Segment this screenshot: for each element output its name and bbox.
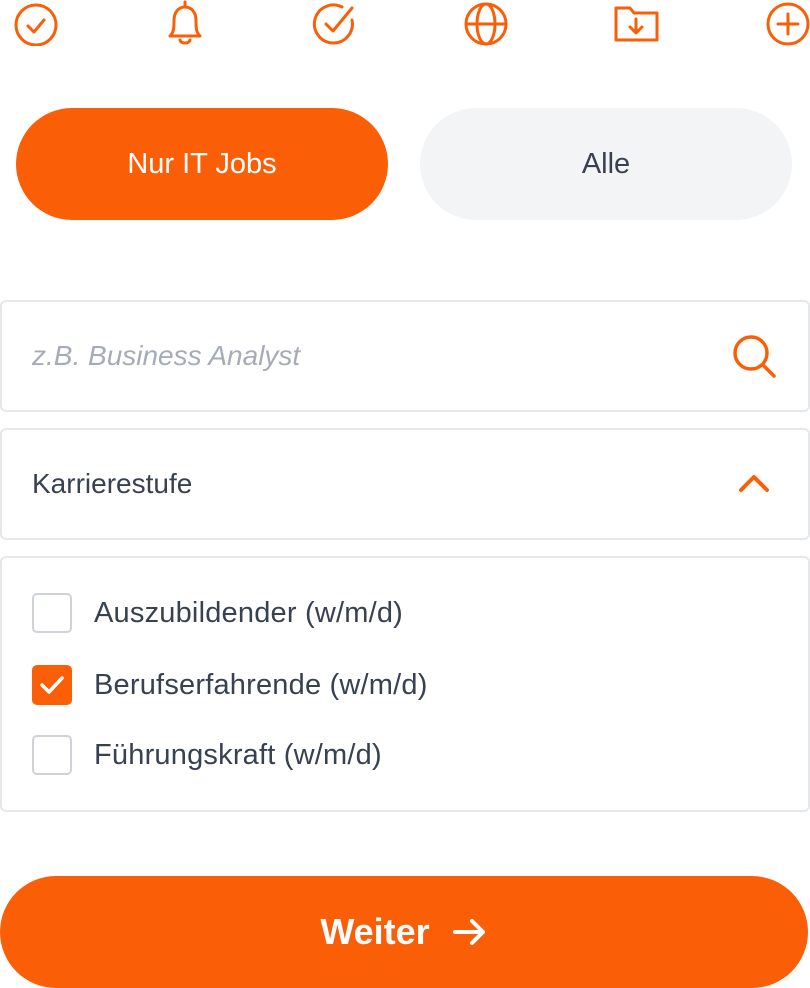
chevron-up-icon[interactable] [736,468,772,498]
next-button[interactable]: Weiter [0,876,808,988]
dropdown-label: Karrierestufe [32,468,193,499]
check-circle-icon[interactable] [14,0,64,48]
option-auszubildender[interactable]: Auszubildender (w/m/d) [32,588,403,638]
search-icon[interactable] [732,334,778,380]
top-icon-bar [0,0,810,50]
option-label: Führungskraft (w/m/d) [94,738,382,771]
tab-all-jobs[interactable]: Alle [420,108,792,220]
next-button-label: Weiter [320,911,430,952]
option-fuehrungskraft[interactable]: Führungskraft (w/m/d) [32,730,382,780]
checkbox-unchecked[interactable] [32,593,72,633]
checkbox-unchecked[interactable] [32,735,72,775]
checkmark-icon [40,676,64,694]
checkbox-checked[interactable] [32,665,72,705]
career-level-options: Auszubildender (w/m/d) Berufserfahrende … [0,556,810,812]
plus-circle-icon[interactable] [764,0,810,48]
option-label: Berufserfahrende (w/m/d) [94,668,428,701]
bell-icon[interactable] [162,0,212,48]
option-berufserfahrende[interactable]: Berufserfahrende (w/m/d) [32,660,428,710]
globe-icon[interactable] [463,0,513,48]
check-badge-icon[interactable] [312,0,362,48]
search-field [0,300,810,412]
search-input[interactable] [32,302,692,410]
career-level-dropdown[interactable]: Karrierestufe [0,428,810,540]
option-label: Auszubildender (w/m/d) [94,596,404,629]
folder-download-icon[interactable] [613,0,663,48]
arrow-right-icon [452,916,488,948]
tab-it-jobs[interactable]: Nur IT Jobs [16,108,388,220]
